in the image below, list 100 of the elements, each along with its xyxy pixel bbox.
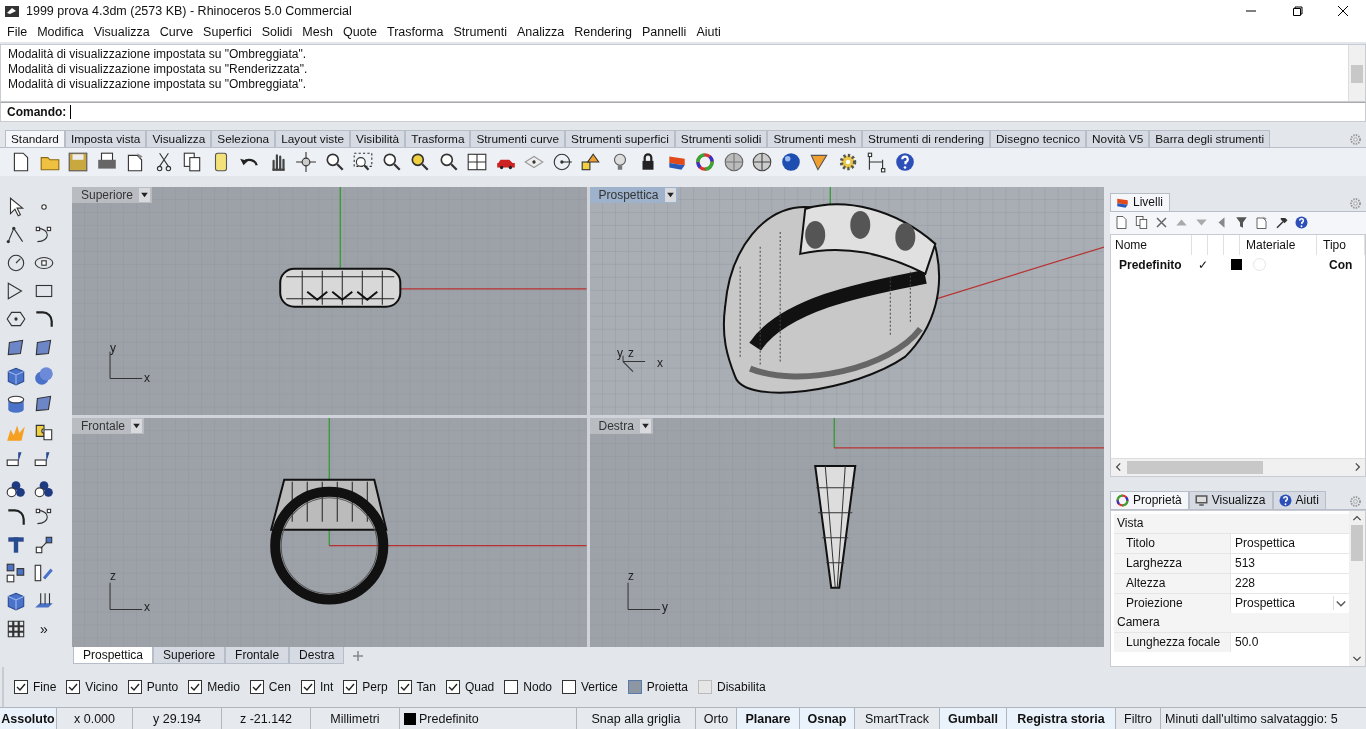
maximize-icon[interactable] xyxy=(1291,4,1303,17)
toolbar-tab[interactable]: Standard xyxy=(5,129,65,147)
menu-item[interactable]: Pannelli xyxy=(636,24,692,39)
document-icon[interactable] xyxy=(1254,215,1269,231)
checkbox[interactable] xyxy=(188,680,203,695)
menu-item[interactable]: Curve xyxy=(154,24,199,39)
help-icon[interactable] xyxy=(1294,215,1309,231)
menu-item[interactable]: Superfici xyxy=(198,24,257,39)
checkbox[interactable] xyxy=(343,680,358,695)
color-wheel-icon[interactable] xyxy=(1115,492,1130,508)
scrollbar[interactable] xyxy=(1349,510,1365,667)
column-header[interactable]: Materiale xyxy=(1240,234,1317,255)
toolbar-tab[interactable]: Strumenti di rendering xyxy=(862,129,991,147)
scroll-thumb[interactable] xyxy=(1127,460,1263,474)
viewport[interactable]: Prospettica y z x xyxy=(589,186,1104,416)
close-icon[interactable] xyxy=(1337,4,1349,17)
help-icon[interactable] xyxy=(893,150,916,173)
toolbar-tab[interactable]: Strumenti solidi xyxy=(674,129,768,147)
menu-item[interactable]: Analizza xyxy=(511,24,570,39)
toggle-box[interactable] xyxy=(627,680,642,695)
cube-icon[interactable] xyxy=(5,590,27,613)
checkbox[interactable] xyxy=(66,680,81,695)
scrollbar[interactable] xyxy=(1111,457,1365,476)
toolbar-tab[interactable]: Trasforma xyxy=(405,129,471,147)
layer-name[interactable]: Predefinito xyxy=(1111,257,1195,272)
status-toggle[interactable]: Gumball xyxy=(940,708,1007,729)
circle-icon[interactable] xyxy=(5,252,27,274)
status-toggle[interactable]: Assoluto xyxy=(0,708,57,729)
viewport[interactable]: Frontale z x xyxy=(72,418,587,647)
menu-item[interactable]: Quote xyxy=(337,24,382,39)
toolbar-tab[interactable]: Barra degli strumenti xyxy=(1149,129,1271,147)
layer-color-swatch[interactable] xyxy=(1230,259,1242,271)
hammer-icon[interactable] xyxy=(1274,215,1289,231)
toolbar-tab[interactable]: Imposta vista xyxy=(64,129,147,147)
caret-icon[interactable] xyxy=(131,419,143,434)
new-file-icon[interactable] xyxy=(1114,215,1129,231)
panel-tab[interactable]: Aiuti xyxy=(1272,490,1326,509)
property-value[interactable]: Prospettica xyxy=(1231,533,1349,553)
column-header[interactable]: Tipo xyxy=(1317,234,1365,255)
viewport-title-tab[interactable]: Destra xyxy=(589,418,653,435)
viewport[interactable]: Superiore y x xyxy=(72,186,587,416)
menu-item[interactable]: File xyxy=(2,24,33,39)
scroll-thumb[interactable] xyxy=(1351,64,1363,83)
menu-item[interactable]: Modifica xyxy=(32,24,89,39)
viewport[interactable]: Destra z y xyxy=(589,418,1104,647)
property-dropdown[interactable]: Prospettica xyxy=(1231,593,1349,613)
checkbox[interactable] xyxy=(504,680,519,695)
scrollbar[interactable] xyxy=(1348,44,1365,101)
section-header[interactable]: Vista xyxy=(1114,513,1349,533)
help-icon[interactable] xyxy=(1277,492,1293,508)
column-header[interactable]: Nome xyxy=(1111,234,1192,255)
menu-item[interactable]: Solidi xyxy=(256,24,298,39)
more-tools-button[interactable]: » xyxy=(40,621,48,638)
color-wheel-icon[interactable] xyxy=(694,150,716,173)
checkbox[interactable] xyxy=(14,680,28,695)
toolbar-tab[interactable]: Strumenti curve xyxy=(470,129,566,147)
panel-tab[interactable]: Livelli xyxy=(1110,192,1170,211)
sphere-icon[interactable] xyxy=(751,150,773,173)
dimension-icon[interactable] xyxy=(865,150,887,173)
checkbox[interactable] xyxy=(445,680,460,695)
toolbar-tab[interactable]: Strumenti mesh xyxy=(767,129,863,147)
property-value[interactable]: 513 xyxy=(1231,553,1349,573)
menu-item[interactable]: Visualizza xyxy=(88,24,155,39)
checkbox[interactable] xyxy=(562,680,576,695)
panel-tab[interactable]: Visualizza xyxy=(1188,490,1273,509)
checkbox[interactable] xyxy=(300,680,315,695)
checkbox[interactable] xyxy=(397,680,412,695)
toolbar-tab[interactable]: Strumenti superfici xyxy=(565,129,675,147)
menu-item[interactable]: Rendering xyxy=(569,24,637,39)
scroll-thumb[interactable] xyxy=(1351,524,1363,561)
caret-icon[interactable] xyxy=(139,187,151,202)
menu-item[interactable]: Strumenti xyxy=(448,24,512,39)
toggle-box[interactable] xyxy=(698,680,713,695)
zoom-window-icon[interactable] xyxy=(352,150,374,173)
sphere-icon[interactable] xyxy=(722,150,745,173)
caret-icon[interactable] xyxy=(664,187,676,202)
toolbar-tab[interactable]: Layout viste xyxy=(275,129,351,147)
copy-icon[interactable] xyxy=(1134,215,1149,231)
property-value[interactable]: 50.0 xyxy=(1231,632,1349,652)
status-toggle[interactable]: Osnap xyxy=(800,708,855,729)
toolbar-tab[interactable]: Novità V5 xyxy=(1086,129,1150,147)
menu-item[interactable]: Aiuti xyxy=(691,24,726,39)
sphere-icon[interactable] xyxy=(779,150,802,173)
caret-icon[interactable] xyxy=(639,419,651,434)
menu-item[interactable]: Mesh xyxy=(297,24,338,39)
checkbox[interactable] xyxy=(127,680,142,695)
squares-icon[interactable] xyxy=(5,562,27,585)
menu-item[interactable]: Trasforma xyxy=(381,24,449,39)
save-icon[interactable] xyxy=(67,150,89,173)
viewport-title-tab[interactable]: Superiore xyxy=(72,186,153,203)
checkbox[interactable] xyxy=(249,680,264,695)
status-toggle[interactable]: Planare xyxy=(737,708,800,729)
status-toggle[interactable]: Registra storia xyxy=(1007,708,1116,729)
crosshair-icon[interactable] xyxy=(295,150,317,173)
property-value[interactable]: 228 xyxy=(1231,573,1349,593)
toolbar-tab[interactable]: Disegno tecnico xyxy=(990,129,1087,147)
panel-tab[interactable]: Proprietà xyxy=(1110,490,1189,509)
toolbar-tab[interactable]: Visibilità xyxy=(350,129,406,147)
toolbar-tab[interactable]: Visualizza xyxy=(146,129,212,147)
viewport-title-tab[interactable]: Frontale xyxy=(72,418,145,435)
